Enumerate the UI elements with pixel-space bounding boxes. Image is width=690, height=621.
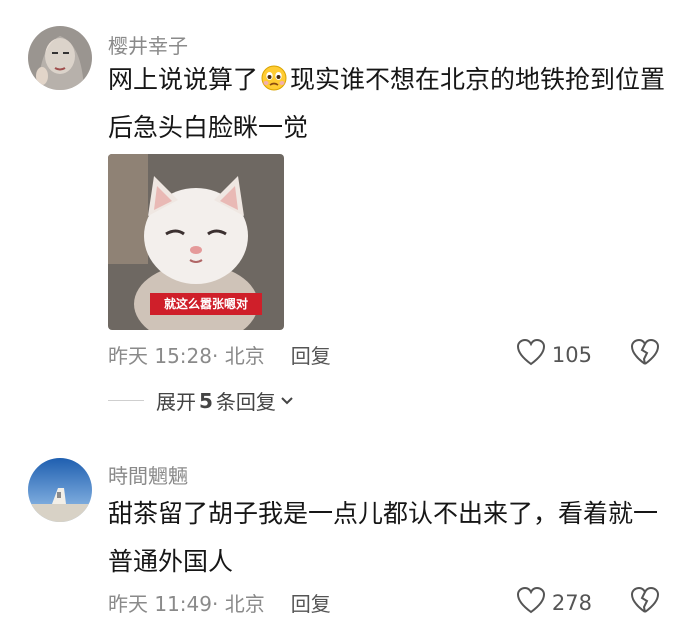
heart-icon [516, 586, 546, 619]
expand-replies-button[interactable]: 展开 5 条回复 [108, 386, 294, 415]
chevron-down-icon [280, 396, 294, 406]
broken-heart-icon [630, 586, 660, 618]
expand-suffix: 条回复 [215, 390, 276, 414]
crying-face-emoji-icon [260, 60, 288, 91]
reply-button[interactable]: 回复 [291, 344, 331, 368]
comment-location: · 北京 [212, 344, 265, 368]
divider-line [108, 400, 144, 401]
comment-text: 网上说说算了 现实谁不想在北京的地铁抢到位置后急头白脸眯一觉 [108, 56, 668, 152]
heart-icon [516, 338, 546, 371]
reply-button[interactable]: 回复 [291, 592, 331, 616]
username[interactable]: 時間魍魎 [108, 460, 188, 489]
comment-time: 昨天 11:49 [108, 592, 212, 616]
like-count: 278 [551, 590, 592, 615]
username[interactable]: 樱井幸子 [108, 30, 188, 59]
avatar[interactable] [28, 26, 92, 90]
broken-heart-icon [630, 338, 660, 370]
comment-item: 樱井幸子 网上说说算了 现实谁不想在北京的地铁抢到位置后急头白脸眯一觉 就这么嚣张… [0, 0, 690, 420]
like-count: 105 [551, 342, 592, 367]
dislike-button[interactable] [630, 338, 660, 370]
like-button[interactable]: 278 [516, 586, 592, 619]
comment-item: 時間魍魎 甜茶留了胡子我是一点儿都认不出来了，看着就一普通外国人 昨天 11:4… [0, 440, 690, 621]
expand-count: 5 [199, 388, 213, 413]
comment-text: 甜茶留了胡子我是一点儿都认不出来了，看着就一普通外国人 [108, 499, 659, 576]
like-button[interactable]: 105 [516, 338, 592, 371]
avatar[interactable] [28, 458, 92, 522]
comment-meta: 昨天 11:49· 北京 回复 [108, 588, 331, 617]
comment-text-part: 网上说说算了 [108, 65, 259, 94]
sticker-image[interactable]: 就这么嚣张嗯对 [108, 154, 284, 330]
comment-time: 昨天 15:28 [108, 344, 212, 368]
expand-prefix: 展开 [156, 390, 196, 414]
sticker-caption: 就这么嚣张嗯对 [150, 293, 262, 315]
comment-location: · 北京 [212, 592, 265, 616]
dislike-button[interactable] [630, 586, 660, 618]
comment-meta: 昨天 15:28· 北京 回复 [108, 340, 331, 369]
